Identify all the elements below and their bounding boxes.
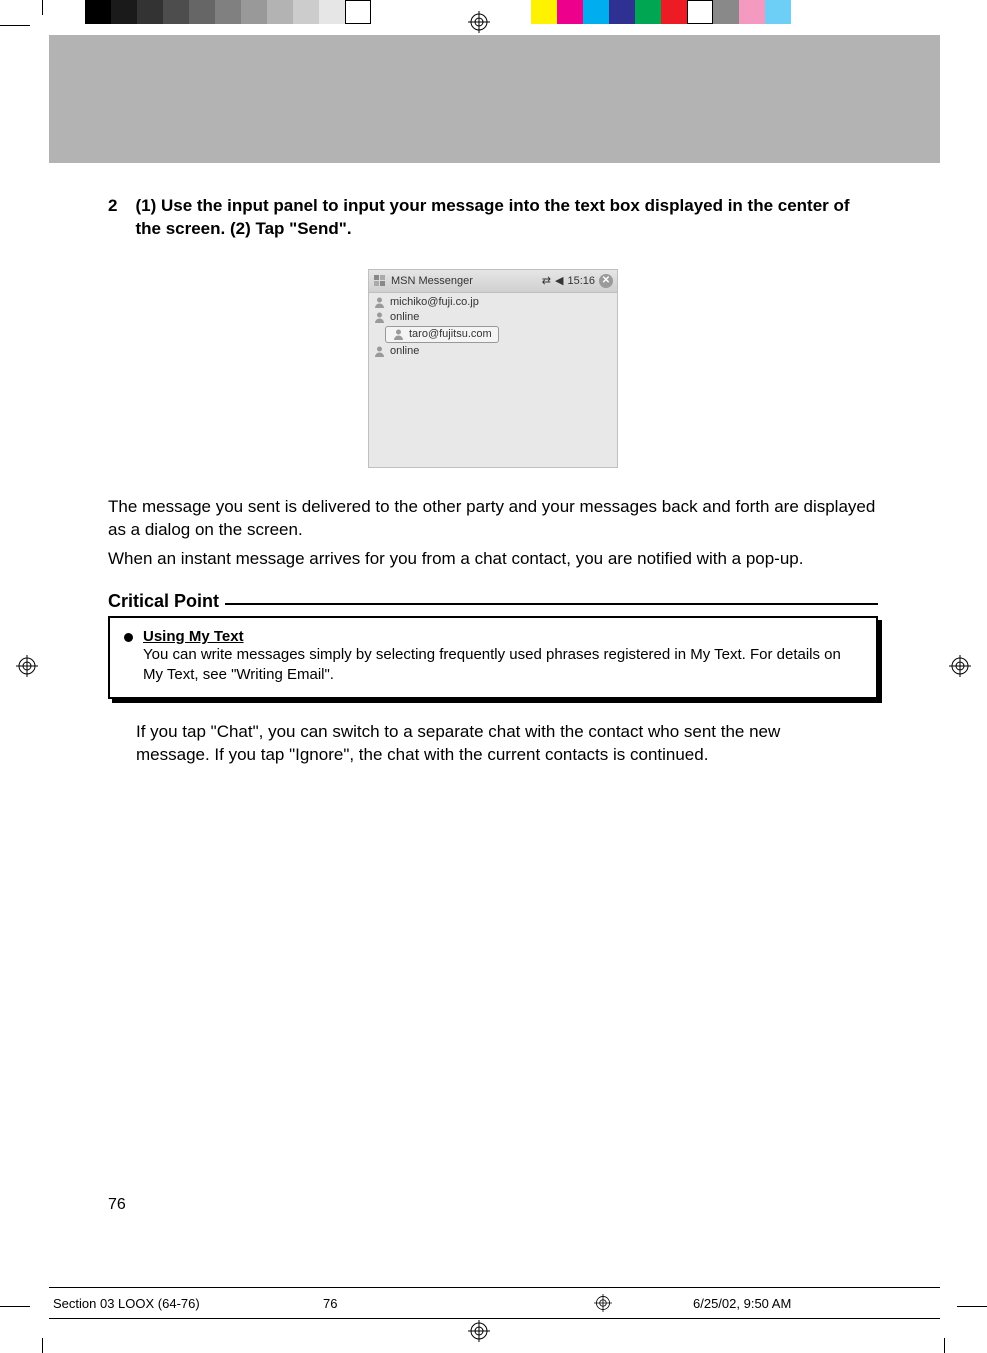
person-icon <box>392 328 405 341</box>
contact-text: taro@fujitsu.com <box>409 328 492 340</box>
color-swatch <box>371 0 531 24</box>
contact-text: online <box>390 311 419 323</box>
color-swatch <box>765 0 791 24</box>
color-swatch <box>85 0 111 24</box>
color-swatch <box>215 0 241 24</box>
header-banner <box>49 35 940 163</box>
critical-point-label: Critical Point <box>108 591 225 612</box>
color-swatch <box>111 0 137 24</box>
person-icon <box>373 296 386 309</box>
paragraph: The message you sent is delivered to the… <box>108 496 878 542</box>
slug-page: 76 <box>323 1296 513 1311</box>
color-swatch <box>319 0 345 24</box>
color-swatch <box>189 0 215 24</box>
contact-list: michiko@fuji.co.jp online taro@fujitsu.com… <box>369 293 617 467</box>
color-swatch <box>241 0 267 24</box>
contact-row: online <box>371 344 615 359</box>
registration-mark-icon <box>468 11 490 33</box>
registration-mark-icon <box>513 1294 693 1312</box>
color-swatch <box>557 0 583 24</box>
contact-chip: taro@fujitsu.com <box>385 326 499 343</box>
color-swatch <box>609 0 635 24</box>
connectivity-icon: ⇄ <box>542 274 551 287</box>
slug-file: Section 03 LOOX (64-76) <box>49 1296 323 1311</box>
step-instruction: (1) Use the input panel to input your me… <box>135 195 878 241</box>
color-swatch <box>713 0 739 24</box>
slug-date: 6/25/02, 9:50 AM <box>693 1296 940 1311</box>
color-swatch <box>345 0 371 24</box>
color-calibration-bar <box>85 0 791 24</box>
color-swatch <box>137 0 163 24</box>
crop-mark <box>0 25 30 26</box>
color-swatch <box>739 0 765 24</box>
paragraph: If you tap "Chat", you can switch to a s… <box>108 721 878 767</box>
print-page: 2 (1) Use the input panel to input your … <box>0 0 987 1353</box>
registration-mark-icon <box>16 655 38 677</box>
footer-slug: Section 03 LOOX (64-76) 76 6/25/02, 9:50… <box>49 1287 940 1319</box>
color-swatch <box>687 0 713 24</box>
contact-text: michiko@fuji.co.jp <box>390 296 479 308</box>
embedded-screenshot: MSN Messenger ⇄ ◀ 15:16 ✕ michiko@fuji.c… <box>368 269 618 468</box>
body-content: 2 (1) Use the input panel to input your … <box>108 195 878 767</box>
color-swatch <box>531 0 557 24</box>
paragraph: When an instant message arrives for you … <box>108 548 878 571</box>
registration-mark-icon <box>949 655 971 677</box>
crop-mark <box>957 1306 987 1307</box>
bullet-icon <box>124 633 133 642</box>
person-icon <box>373 311 386 324</box>
windows-flag-icon <box>373 274 387 288</box>
registration-mark-icon <box>468 1320 490 1342</box>
crop-mark <box>0 1306 30 1307</box>
color-swatch <box>635 0 661 24</box>
page-number: 76 <box>108 1196 126 1214</box>
contact-row: online <box>371 310 615 325</box>
color-swatch <box>163 0 189 24</box>
app-title: MSN Messenger <box>391 275 538 287</box>
step-number: 2 <box>108 195 117 218</box>
color-swatch <box>267 0 293 24</box>
crop-mark <box>42 1338 43 1353</box>
crop-mark <box>42 0 43 15</box>
window-titlebar: MSN Messenger ⇄ ◀ 15:16 ✕ <box>369 270 617 293</box>
color-swatch <box>293 0 319 24</box>
color-swatch <box>661 0 687 24</box>
person-icon <box>373 345 386 358</box>
critical-point-box: Using My Text You can write messages sim… <box>108 616 878 700</box>
step-block: 2 (1) Use the input panel to input your … <box>108 195 878 241</box>
volume-icon: ◀ <box>555 274 563 287</box>
critical-point-heading: Using My Text <box>143 628 862 645</box>
clock-time: 15:16 <box>567 275 595 287</box>
close-icon: ✕ <box>599 274 613 288</box>
contact-text: online <box>390 345 419 357</box>
critical-point-body: You can write messages simply by selecti… <box>143 645 862 686</box>
crop-mark <box>944 1338 945 1353</box>
contact-row: michiko@fuji.co.jp <box>371 295 615 310</box>
critical-point-section: Critical Point Using My Text You can wri… <box>108 591 878 700</box>
contact-row: taro@fujitsu.com <box>371 325 615 344</box>
color-swatch <box>583 0 609 24</box>
